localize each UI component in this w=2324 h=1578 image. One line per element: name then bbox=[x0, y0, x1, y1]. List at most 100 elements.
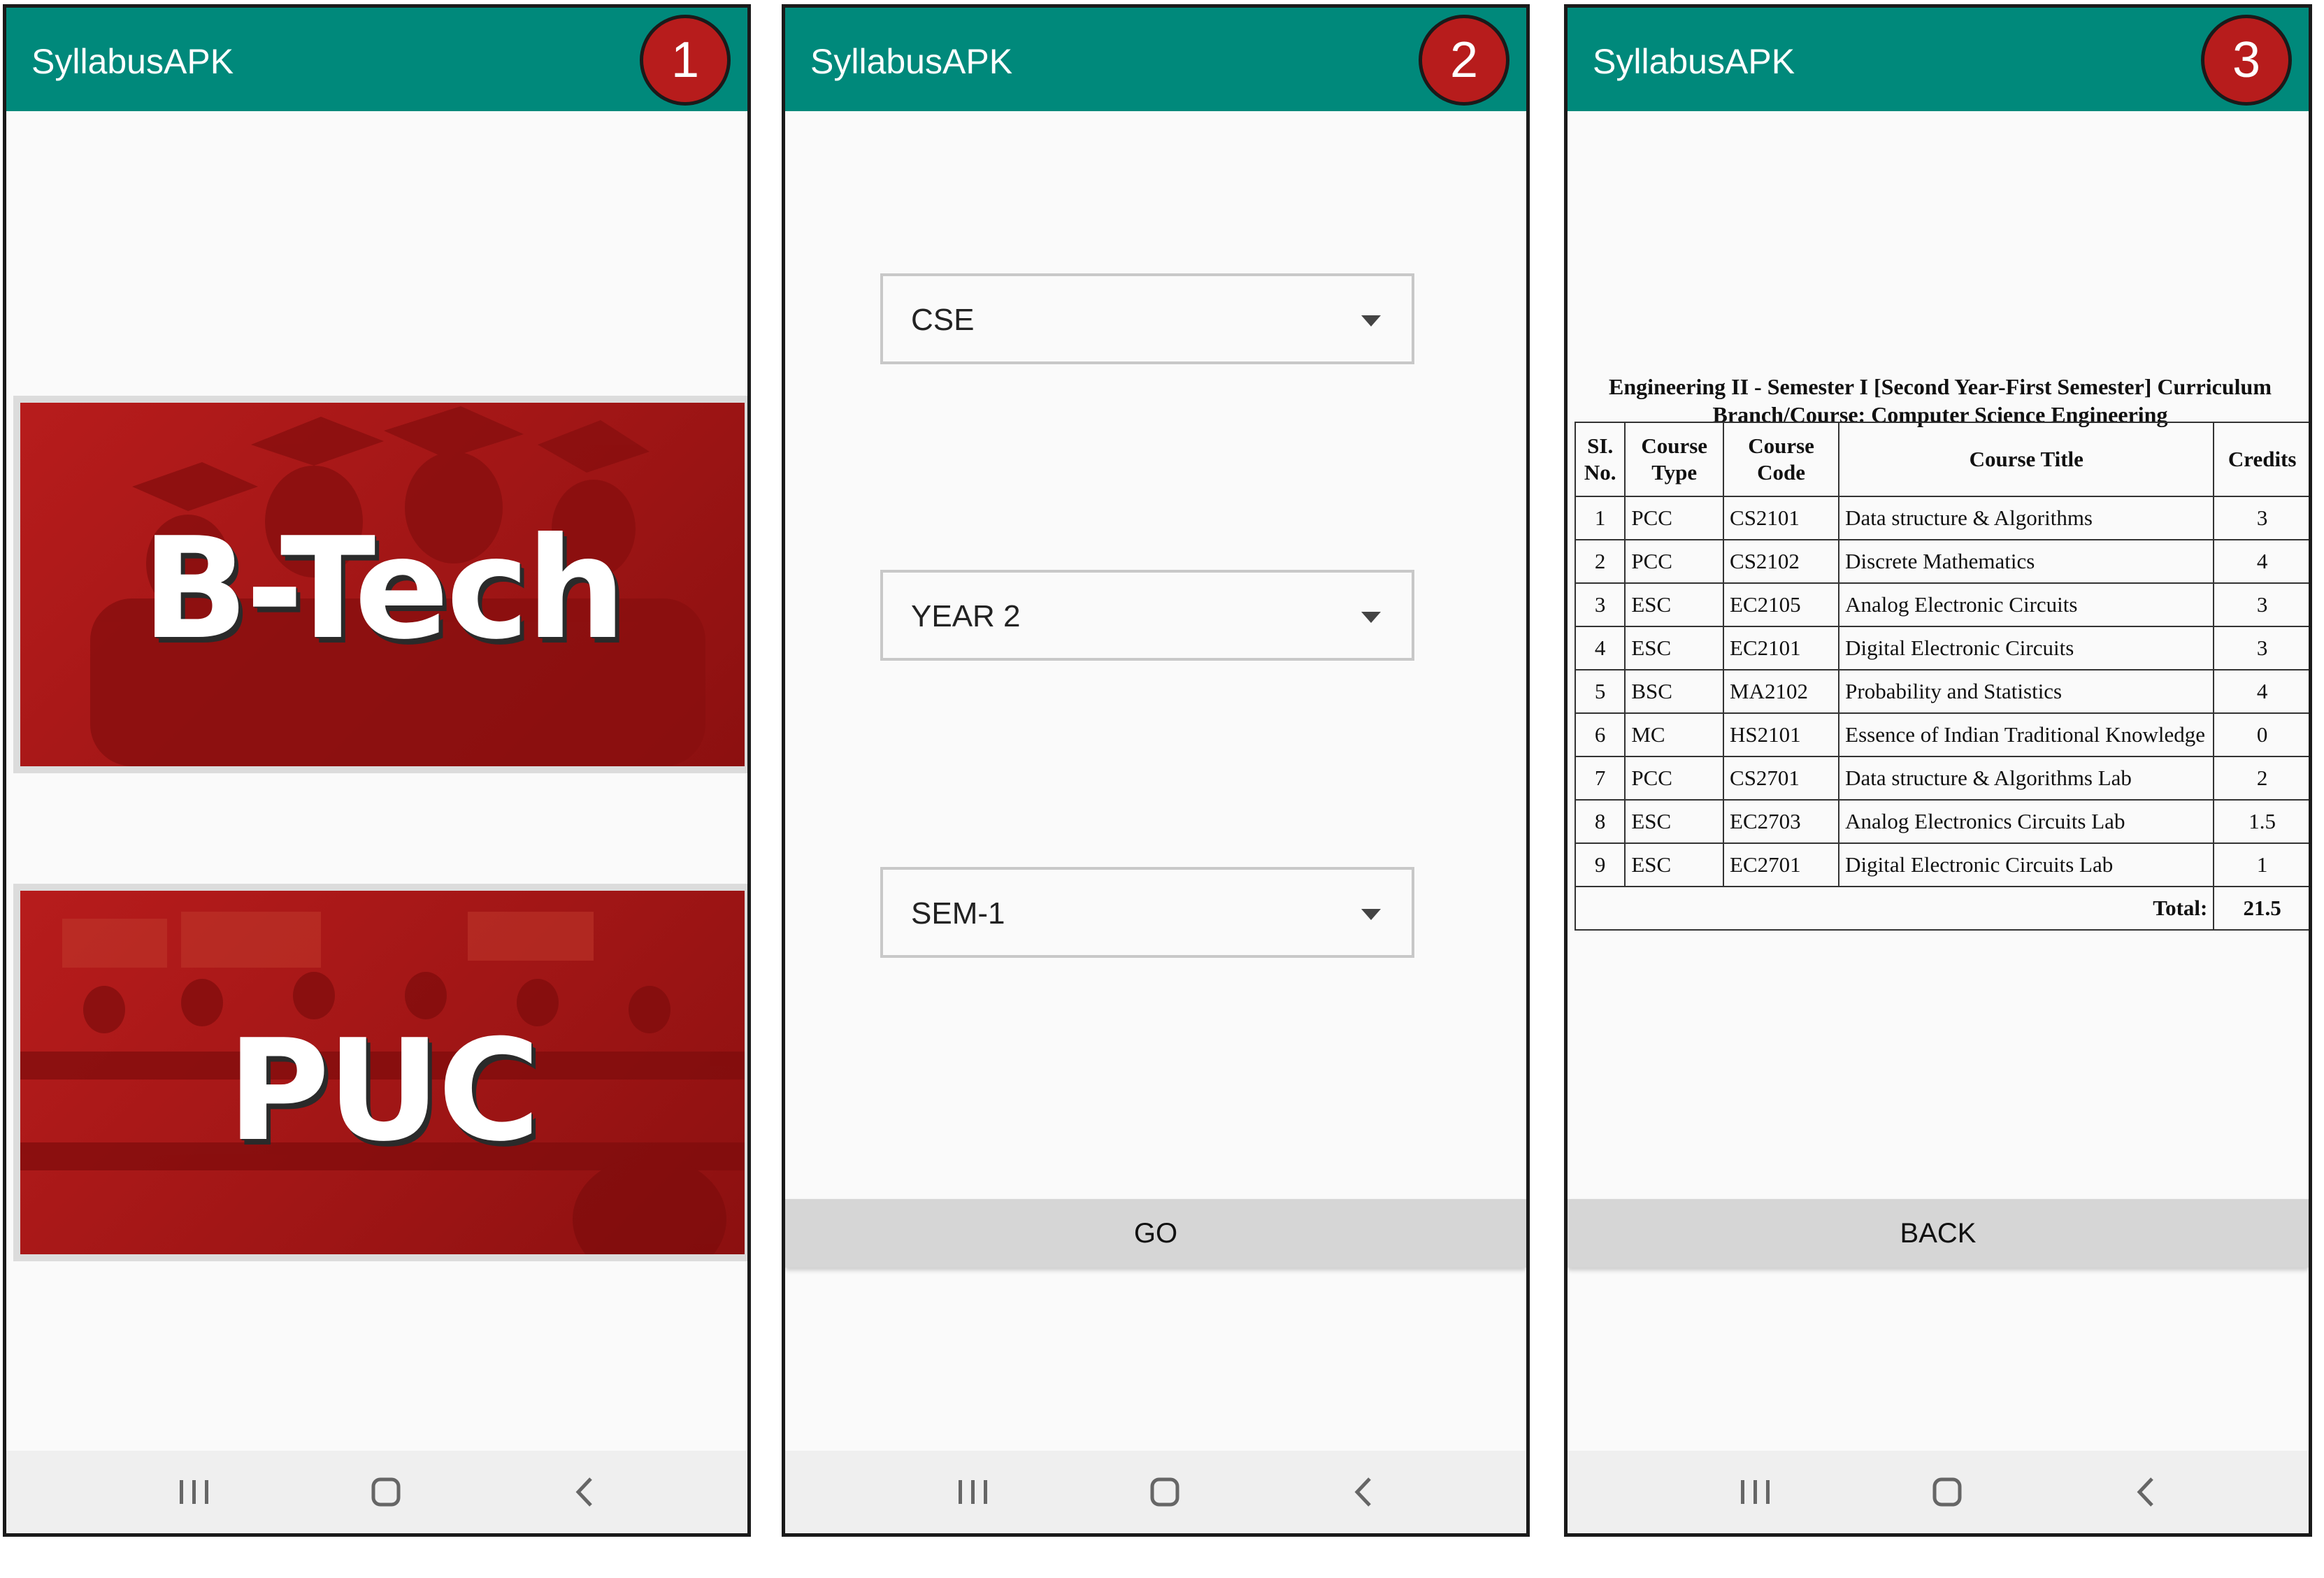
cell-credits: 4 bbox=[2213, 539, 2309, 584]
back-icon[interactable] bbox=[560, 1468, 609, 1516]
cell-credits: 3 bbox=[2213, 626, 2309, 670]
cell-course-title: Essence of Indian Traditional Knowledge bbox=[1838, 712, 2215, 757]
total-credits: 21.5 bbox=[2213, 886, 2309, 931]
curriculum-table: SI. No. Course Type Course Code Course T… bbox=[1574, 422, 2309, 931]
cell-credits: 2 bbox=[2213, 756, 2309, 801]
cell-course-title: Probability and Statistics bbox=[1838, 669, 2215, 714]
cell-course-type: PCC bbox=[1624, 756, 1725, 801]
puc-tile[interactable]: PUC bbox=[13, 884, 747, 1261]
cell-credits: 1 bbox=[2213, 842, 2309, 887]
btech-tile[interactable]: B-Tech bbox=[13, 396, 747, 773]
step-badge: 2 bbox=[1419, 15, 1509, 106]
cell-sl-no: 2 bbox=[1574, 539, 1626, 584]
year-value: YEAR 2 bbox=[911, 599, 1021, 633]
phone-screen-3: SyllabusAPK 3 Engineering II - Semester … bbox=[1564, 4, 2312, 1537]
cell-course-code: CS2101 bbox=[1723, 496, 1840, 540]
system-nav-bar bbox=[6, 1451, 747, 1533]
cell-sl-no: 8 bbox=[1574, 799, 1626, 844]
cell-course-type: PCC bbox=[1624, 496, 1725, 540]
cell-course-title: Data structure & Algorithms bbox=[1838, 496, 2215, 540]
cell-credits: 1.5 bbox=[2213, 799, 2309, 844]
branch-dropdown[interactable]: CSE bbox=[880, 273, 1414, 364]
total-row: Total: 21.5 bbox=[1574, 886, 2309, 931]
app-title: SyllabusAPK bbox=[810, 42, 1013, 81]
cell-credits: 0 bbox=[2213, 712, 2309, 757]
phone-screen-2: SyllabusAPK 2 CSE YEAR 2 SEM-1 GO bbox=[782, 4, 1530, 1537]
classroom-image: PUC bbox=[20, 891, 745, 1254]
phone-screen-1: SyllabusAPK 1 B-Tech PUC bbox=[3, 4, 751, 1537]
cell-course-code: HS2101 bbox=[1723, 712, 1840, 757]
dropdown-arrow-icon bbox=[1361, 909, 1381, 920]
cell-course-title: Analog Electronics Circuits Lab bbox=[1838, 799, 2215, 844]
semester-dropdown[interactable]: SEM-1 bbox=[880, 867, 1414, 958]
col-sl-no: SI. No. bbox=[1574, 422, 1626, 497]
recent-apps-icon[interactable] bbox=[1731, 1468, 1780, 1516]
col-credits: Credits bbox=[2213, 422, 2309, 497]
cell-course-code: EC2701 bbox=[1723, 842, 1840, 887]
table-row: 9 ESC EC2701 Digital Electronic Circuits La… bbox=[1574, 842, 2309, 887]
total-label: Total: bbox=[1574, 886, 2215, 931]
table-row: 1 PCC CS2101 Data structure & Algorithms 3 bbox=[1574, 496, 2309, 540]
app-title: SyllabusAPK bbox=[31, 42, 234, 81]
system-nav-bar bbox=[785, 1451, 1526, 1533]
col-course-code: Course Code bbox=[1723, 422, 1840, 497]
dropdown-arrow-icon bbox=[1361, 612, 1381, 623]
curriculum-heading: Engineering II - Semester I [Second Year… bbox=[1609, 374, 2272, 399]
cell-sl-no: 1 bbox=[1574, 496, 1626, 540]
cell-sl-no: 5 bbox=[1574, 669, 1626, 714]
recent-apps-icon[interactable] bbox=[949, 1468, 998, 1516]
home-icon[interactable] bbox=[1923, 1468, 1972, 1516]
col-course-type: Course Type bbox=[1624, 422, 1725, 497]
semester-value: SEM-1 bbox=[911, 896, 1005, 931]
cell-course-type: ESC bbox=[1624, 842, 1725, 887]
cell-course-type: MC bbox=[1624, 712, 1725, 757]
cell-course-type: ESC bbox=[1624, 626, 1725, 670]
cell-credits: 4 bbox=[2213, 669, 2309, 714]
app-bar: SyllabusAPK 3 bbox=[1568, 8, 2309, 111]
system-nav-bar bbox=[1568, 1451, 2309, 1533]
puc-label: PUC bbox=[227, 1010, 540, 1172]
step-badge: 1 bbox=[640, 15, 731, 106]
back-button[interactable]: BACK bbox=[1568, 1199, 2309, 1268]
cell-course-type: ESC bbox=[1624, 799, 1725, 844]
cell-credits: 3 bbox=[2213, 582, 2309, 627]
branch-value: CSE bbox=[911, 303, 975, 337]
year-dropdown[interactable]: YEAR 2 bbox=[880, 570, 1414, 661]
graduation-image: B-Tech bbox=[20, 403, 745, 766]
table-row: 6 MC HS2101 Essence of Indian Traditional K… bbox=[1574, 712, 2309, 757]
cell-course-type: ESC bbox=[1624, 582, 1725, 627]
step-badge: 3 bbox=[2201, 15, 2292, 106]
home-icon[interactable] bbox=[1140, 1468, 1189, 1516]
cell-course-title: Data structure & Algorithms Lab bbox=[1838, 756, 2215, 801]
table-row: 4 ESC EC2101 Digital Electronic Circuits 3 bbox=[1574, 626, 2309, 670]
cell-course-title: Discrete Mathematics bbox=[1838, 539, 2215, 584]
cell-sl-no: 6 bbox=[1574, 712, 1626, 757]
btech-label: B-Tech bbox=[141, 508, 626, 670]
home-icon[interactable] bbox=[361, 1468, 410, 1516]
recent-apps-icon[interactable] bbox=[170, 1468, 219, 1516]
app-bar: SyllabusAPK 1 bbox=[6, 8, 747, 111]
col-course-title: Course Title bbox=[1838, 422, 2215, 497]
back-icon[interactable] bbox=[1339, 1468, 1388, 1516]
table-row: 7 PCC CS2701 Data structure & Algorithms La… bbox=[1574, 756, 2309, 801]
app-bar: SyllabusAPK 2 bbox=[785, 8, 1526, 111]
table-row: 2 PCC CS2102 Discrete Mathematics 4 bbox=[1574, 539, 2309, 584]
cell-course-code: EC2101 bbox=[1723, 626, 1840, 670]
table-header-row: SI. No. Course Type Course Code Course T… bbox=[1574, 422, 2309, 497]
cell-credits: 3 bbox=[2213, 496, 2309, 540]
table-row: 8 ESC EC2703 Analog Electronics Circuits La… bbox=[1574, 799, 2309, 844]
cell-sl-no: 4 bbox=[1574, 626, 1626, 670]
table-row: 3 ESC EC2105 Analog Electronic Circuits 3 bbox=[1574, 582, 2309, 627]
cell-sl-no: 3 bbox=[1574, 582, 1626, 627]
go-button[interactable]: GO bbox=[785, 1199, 1526, 1268]
cell-course-title: Digital Electronic Circuits Lab bbox=[1838, 842, 2215, 887]
cell-course-code: CS2102 bbox=[1723, 539, 1840, 584]
back-icon[interactable] bbox=[2121, 1468, 2170, 1516]
cell-course-code: EC2703 bbox=[1723, 799, 1840, 844]
cell-sl-no: 7 bbox=[1574, 756, 1626, 801]
table-row: 5 BSC MA2102 Probability and Statistics 4 bbox=[1574, 669, 2309, 714]
cell-course-code: EC2105 bbox=[1723, 582, 1840, 627]
cell-course-title: Digital Electronic Circuits bbox=[1838, 626, 2215, 670]
dropdown-arrow-icon bbox=[1361, 315, 1381, 327]
cell-course-type: BSC bbox=[1624, 669, 1725, 714]
